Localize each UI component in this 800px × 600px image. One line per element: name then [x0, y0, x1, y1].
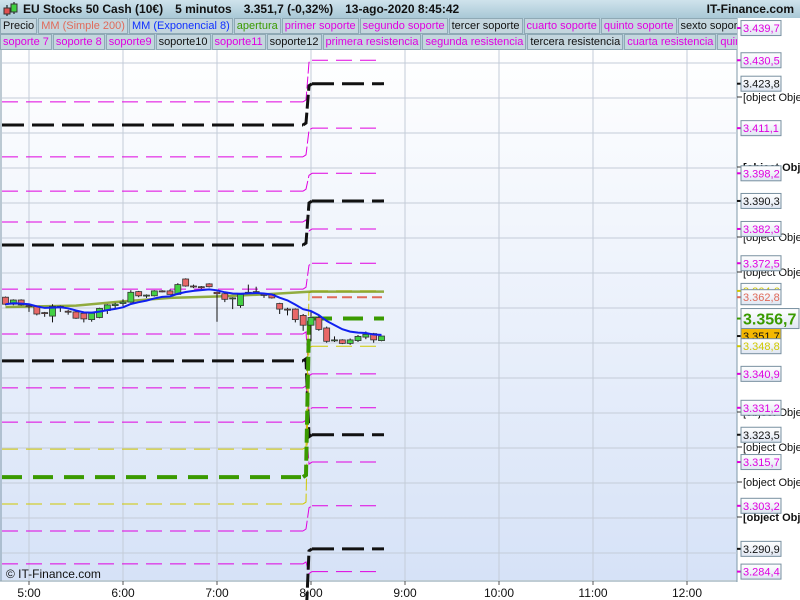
- legend-item[interactable]: cuarta resistencia: [624, 34, 717, 50]
- legend-item[interactable]: tercer soporte: [448, 18, 523, 34]
- legend-item[interactable]: apertura: [233, 18, 281, 34]
- price-tick-label: [object Object]: [743, 442, 800, 454]
- value-label-text: 3.284,4: [743, 567, 780, 579]
- price-tick-label: [object Object]: [743, 92, 800, 104]
- value-label-text: 3.362,8: [743, 292, 780, 304]
- candle-body: [96, 307, 103, 318]
- candle-body: [127, 291, 135, 303]
- legend-item[interactable]: segundo soporte: [359, 18, 448, 34]
- value-label-text: 3.423,8: [743, 79, 780, 91]
- price-chart[interactable]: [object Object] [object Object] [object Ob…: [0, 0, 800, 600]
- instrument-name: EU Stocks 50 Cash (10€): [23, 2, 164, 16]
- legend-item[interactable]: sexto soporte: [677, 18, 737, 34]
- candle-body: [64, 310, 72, 313]
- value-label-text: 3.439,7: [743, 23, 780, 35]
- legend-item[interactable]: MM (Exponencial 8): [128, 18, 233, 34]
- candle-body: [166, 290, 174, 295]
- legend-row-2: soporte 7 soporte 8 soporte9 soporte10 sopor…: [0, 34, 737, 50]
- value-label-text: 3.356,7: [743, 312, 796, 329]
- legend-item[interactable]: soporte10: [155, 34, 211, 50]
- candle-body: [338, 339, 346, 344]
- value-label-text: 3.340,9: [743, 369, 780, 381]
- time-tick-label: 8:00: [299, 586, 323, 600]
- watermark: © IT-Finance.com: [6, 567, 101, 581]
- legend-item[interactable]: soporte12: [266, 34, 322, 50]
- candle-body: [182, 278, 190, 287]
- candle-body: [229, 297, 237, 300]
- legend-item[interactable]: quinta resistencia: [717, 34, 737, 50]
- candle-body: [41, 312, 49, 315]
- time-tick-label: 7:00: [205, 586, 229, 600]
- value-label-text: 3.372,5: [743, 258, 780, 270]
- legend-item[interactable]: quinto soporte: [600, 18, 677, 34]
- candle-body: [197, 286, 205, 289]
- legend-item[interactable]: soporte9: [105, 34, 155, 50]
- site-name[interactable]: IT-Finance.com: [707, 2, 794, 16]
- price-axis[interactable]: [object Object] [object Object] [object Ob…: [737, 20, 800, 580]
- candle-body: [80, 312, 88, 320]
- candle-body: [150, 290, 158, 297]
- value-label-text: 3.430,5: [743, 55, 780, 67]
- legend-item[interactable]: MM (Simple 200): [38, 18, 128, 34]
- candle-body: [237, 293, 244, 306]
- candle-body: [307, 317, 315, 326]
- candle-body: [221, 293, 229, 300]
- candle-body: [323, 327, 331, 342]
- last-price: 3.351,7 (-0,32%): [243, 2, 334, 16]
- candle-body: [331, 339, 338, 342]
- price-tick-label: [object Object]: [743, 477, 800, 489]
- legend-item[interactable]: primera resistencia: [322, 34, 422, 50]
- value-label-text: 3.411,1: [743, 123, 779, 135]
- candle-body: [276, 303, 284, 310]
- candle-body: [135, 291, 143, 297]
- legend-item[interactable]: segunda resistencia: [422, 34, 527, 50]
- legend-item[interactable]: primer soporte: [281, 18, 359, 34]
- candle-body: [299, 314, 307, 326]
- legend-item[interactable]: soporte11: [211, 34, 266, 50]
- candle-body: [362, 333, 370, 338]
- candle-body: [111, 303, 119, 307]
- legend-item[interactable]: soporte 8: [52, 34, 105, 50]
- legend-item[interactable]: Precio: [0, 18, 38, 34]
- legend-item[interactable]: cuarto soporte: [523, 18, 600, 34]
- value-label-text: 3.348,8: [743, 341, 780, 353]
- candle-body: [158, 290, 166, 293]
- time-tick-label: 10:00: [484, 586, 514, 600]
- time-tick-label: 6:00: [111, 586, 135, 600]
- value-label-text: 3.331,2: [743, 403, 780, 415]
- time-tick-label: 9:00: [393, 586, 417, 600]
- time-tick-label: 12:00: [672, 586, 702, 600]
- candle-body: [378, 335, 385, 341]
- timeframe[interactable]: 5 minutos: [175, 2, 232, 16]
- legend-row-1: Precio MM (Simple 200) MM (Exponencial 8) a…: [0, 18, 737, 34]
- value-label-text: 3.315,7: [743, 457, 780, 469]
- legend-item[interactable]: tercera resistencia: [527, 34, 624, 50]
- candle-body: [205, 283, 213, 288]
- candle-body: [143, 294, 150, 297]
- value-label-text: 3.323,5: [743, 430, 780, 442]
- value-label-text: 3.382,3: [743, 224, 780, 236]
- candle-body: [72, 311, 80, 319]
- time-tick-label: 5:00: [17, 586, 41, 600]
- value-label-text: 3.390,3: [743, 196, 780, 208]
- value-label-text: 3.303,2: [743, 501, 780, 513]
- candlestick-logo-icon: [2, 1, 20, 17]
- title-bar: EU Stocks 50 Cash (10€) 5 minutos 3.351,…: [0, 0, 800, 18]
- candle-body: [284, 308, 291, 311]
- candle-body: [88, 312, 96, 320]
- candle-body: [291, 308, 299, 321]
- candle-body: [213, 291, 221, 295]
- time-axis[interactable]: 5:00 6:00 7:00 8:00 9:00 10:00 11:00 12:00: [17, 581, 702, 600]
- candle-body: [119, 301, 127, 304]
- value-label-text: 3.290,9: [743, 544, 780, 556]
- datetime: 13-ago-2020 8:45:42: [345, 2, 460, 16]
- candle-body: [190, 285, 197, 288]
- candle-body: [315, 317, 323, 330]
- plot-area: [0, 50, 737, 580]
- candle-body: [354, 335, 362, 341]
- value-label-text: 3.398,2: [743, 168, 780, 180]
- legend-item[interactable]: soporte 7: [0, 34, 52, 50]
- candle-body: [346, 339, 354, 344]
- time-tick-label: 11:00: [578, 586, 607, 600]
